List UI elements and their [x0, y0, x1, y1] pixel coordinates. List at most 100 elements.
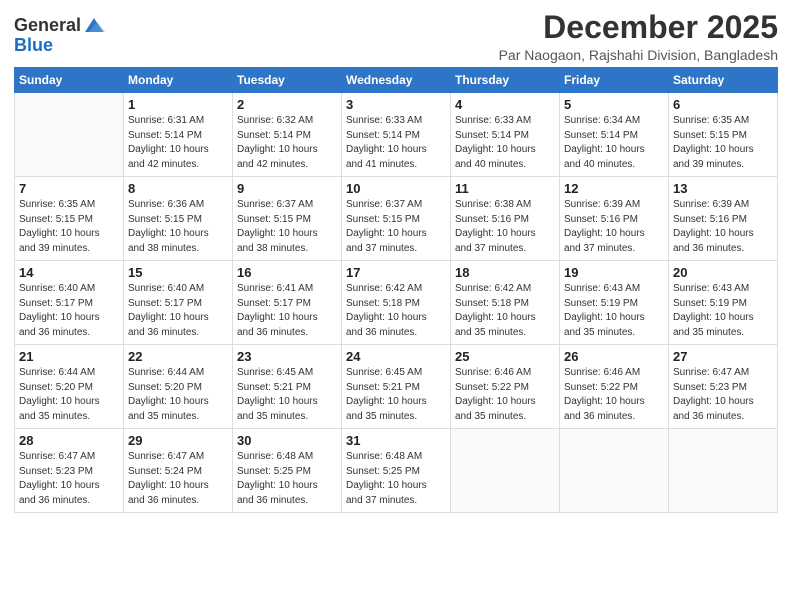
calendar-cell-0-3: 3Sunrise: 6:33 AMSunset: 5:14 PMDaylight… — [342, 93, 451, 177]
daylight-14: Daylight: 10 hours and 36 minutes. — [19, 311, 119, 340]
header: General Blue December 2025 Par Naogaon, … — [14, 10, 778, 63]
day-info-29: Sunrise: 6:47 AMSunset: 5:24 PMDaylight:… — [128, 450, 228, 508]
day-info-12: Sunrise: 6:39 AMSunset: 5:16 PMDaylight:… — [564, 198, 664, 256]
sunset-27: Sunset: 5:23 PM — [673, 381, 773, 396]
daylight-22: Daylight: 10 hours and 35 minutes. — [128, 395, 228, 424]
daylight-9: Daylight: 10 hours and 38 minutes. — [237, 227, 337, 256]
sunrise-21: Sunrise: 6:44 AM — [19, 366, 119, 381]
sunrise-17: Sunrise: 6:42 AM — [346, 282, 446, 297]
day-number-18: 18 — [455, 265, 555, 280]
day-info-24: Sunrise: 6:45 AMSunset: 5:21 PMDaylight:… — [346, 366, 446, 424]
sunrise-20: Sunrise: 6:43 AM — [673, 282, 773, 297]
logo-general: General — [14, 16, 81, 34]
sunrise-26: Sunrise: 6:46 AM — [564, 366, 664, 381]
day-number-8: 8 — [128, 181, 228, 196]
daylight-12: Daylight: 10 hours and 37 minutes. — [564, 227, 664, 256]
daylight-28: Daylight: 10 hours and 36 minutes. — [19, 479, 119, 508]
day-number-6: 6 — [673, 97, 773, 112]
sunset-22: Sunset: 5:20 PM — [128, 381, 228, 396]
day-info-8: Sunrise: 6:36 AMSunset: 5:15 PMDaylight:… — [128, 198, 228, 256]
logo: General Blue — [14, 14, 105, 56]
day-number-11: 11 — [455, 181, 555, 196]
day-number-21: 21 — [19, 349, 119, 364]
sunrise-9: Sunrise: 6:37 AM — [237, 198, 337, 213]
sunset-14: Sunset: 5:17 PM — [19, 297, 119, 312]
sunset-4: Sunset: 5:14 PM — [455, 129, 555, 144]
calendar-cell-1-4: 11Sunrise: 6:38 AMSunset: 5:16 PMDayligh… — [451, 177, 560, 261]
calendar-cell-1-3: 10Sunrise: 6:37 AMSunset: 5:15 PMDayligh… — [342, 177, 451, 261]
sunrise-30: Sunrise: 6:48 AM — [237, 450, 337, 465]
sunset-24: Sunset: 5:21 PM — [346, 381, 446, 396]
sunrise-4: Sunrise: 6:33 AM — [455, 114, 555, 129]
calendar-cell-4-1: 29Sunrise: 6:47 AMSunset: 5:24 PMDayligh… — [124, 429, 233, 513]
day-number-14: 14 — [19, 265, 119, 280]
calendar-cell-1-6: 13 Sunrise: 6:39 AMSunset: 5:16 PMDayligh… — [669, 177, 778, 261]
sunset-25: Sunset: 5:22 PM — [455, 381, 555, 396]
sunrise-14: Sunrise: 6:40 AM — [19, 282, 119, 297]
sunset-31: Sunset: 5:25 PM — [346, 465, 446, 480]
sunrise-6: Sunrise: 6:35 AM — [673, 114, 773, 129]
calendar-cell-1-0: 7Sunrise: 6:35 AMSunset: 5:15 PMDaylight… — [15, 177, 124, 261]
sunrise-5: Sunrise: 6:34 AM — [564, 114, 664, 129]
day-number-13: 13 — [673, 181, 773, 196]
day-info-30: Sunrise: 6:48 AMSunset: 5:25 PMDaylight:… — [237, 450, 337, 508]
daylight-31: Daylight: 10 hours and 37 minutes. — [346, 479, 446, 508]
sunset-12: Sunset: 5:16 PM — [564, 213, 664, 228]
day-info-7: Sunrise: 6:35 AMSunset: 5:15 PMDaylight:… — [19, 198, 119, 256]
day-info-22: Sunrise: 6:44 AMSunset: 5:20 PMDaylight:… — [128, 366, 228, 424]
sunrise-8: Sunrise: 6:36 AM — [128, 198, 228, 213]
day-info-1: Sunrise: 6:31 AMSunset: 5:14 PMDaylight:… — [128, 114, 228, 172]
sunrise-11: Sunrise: 6:38 AM — [455, 198, 555, 213]
daylight-20: Daylight: 10 hours and 35 minutes. — [673, 311, 773, 340]
sunset-13: Sunset: 5:16 PM — [673, 213, 773, 228]
sunrise-16: Sunrise: 6:41 AM — [237, 282, 337, 297]
daylight-24: Daylight: 10 hours and 35 minutes. — [346, 395, 446, 424]
sunset-29: Sunset: 5:24 PM — [128, 465, 228, 480]
day-number-1: 1 — [128, 97, 228, 112]
daylight-11: Daylight: 10 hours and 37 minutes. — [455, 227, 555, 256]
day-info-17: Sunrise: 6:42 AMSunset: 5:18 PMDaylight:… — [346, 282, 446, 340]
day-number-3: 3 — [346, 97, 446, 112]
calendar-cell-2-4: 18 Sunrise: 6:42 AMSunset: 5:18 PMDayligh… — [451, 261, 560, 345]
day-info-5: Sunrise: 6:34 AMSunset: 5:14 PMDaylight:… — [564, 114, 664, 172]
day-info-21: Sunrise: 6:44 AMSunset: 5:20 PMDaylight:… — [19, 366, 119, 424]
sunset-20: Sunset: 5:19 PM — [673, 297, 773, 312]
calendar-cell-2-2: 16Sunrise: 6:41 AMSunset: 5:17 PMDayligh… — [233, 261, 342, 345]
sunset-9: Sunset: 5:15 PM — [237, 213, 337, 228]
calendar-cell-4-0: 28Sunrise: 6:47 AMSunset: 5:23 PMDayligh… — [15, 429, 124, 513]
sunset-15: Sunset: 5:17 PM — [128, 297, 228, 312]
calendar-cell-3-4: 25Sunrise: 6:46 AMSunset: 5:22 PMDayligh… — [451, 345, 560, 429]
day-number-22: 22 — [128, 349, 228, 364]
sunset-21: Sunset: 5:20 PM — [19, 381, 119, 396]
daylight-27: Daylight: 10 hours and 36 minutes. — [673, 395, 773, 424]
calendar-cell-0-2: 2Sunrise: 6:32 AMSunset: 5:14 PMDaylight… — [233, 93, 342, 177]
sunset-28: Sunset: 5:23 PM — [19, 465, 119, 480]
calendar-cell-4-4 — [451, 429, 560, 513]
daylight-21: Daylight: 10 hours and 35 minutes. — [19, 395, 119, 424]
calendar-cell-3-6: 27Sunrise: 6:47 AMSunset: 5:23 PMDayligh… — [669, 345, 778, 429]
sunrise-28: Sunrise: 6:47 AM — [19, 450, 119, 465]
sunrise-10: Sunrise: 6:37 AM — [346, 198, 446, 213]
day-info-9: Sunrise: 6:37 AMSunset: 5:15 PMDaylight:… — [237, 198, 337, 256]
day-number-16: 16 — [237, 265, 337, 280]
day-info-13: Sunrise: 6:39 AMSunset: 5:16 PMDaylight:… — [673, 198, 773, 256]
day-number-23: 23 — [237, 349, 337, 364]
day-info-25: Sunrise: 6:46 AMSunset: 5:22 PMDaylight:… — [455, 366, 555, 424]
day-number-30: 30 — [237, 433, 337, 448]
daylight-5: Daylight: 10 hours and 40 minutes. — [564, 143, 664, 172]
sunset-7: Sunset: 5:15 PM — [19, 213, 119, 228]
calendar-cell-2-3: 17Sunrise: 6:42 AMSunset: 5:18 PMDayligh… — [342, 261, 451, 345]
calendar-cell-3-5: 26Sunrise: 6:46 AMSunset: 5:22 PMDayligh… — [560, 345, 669, 429]
logo-blue: Blue — [14, 35, 53, 55]
day-info-2: Sunrise: 6:32 AMSunset: 5:14 PMDaylight:… — [237, 114, 337, 172]
month-title: December 2025 — [499, 10, 778, 45]
sunrise-2: Sunrise: 6:32 AM — [237, 114, 337, 129]
logo-icon — [83, 14, 105, 36]
sunset-17: Sunset: 5:18 PM — [346, 297, 446, 312]
daylight-19: Daylight: 10 hours and 35 minutes. — [564, 311, 664, 340]
day-info-31: Sunrise: 6:48 AMSunset: 5:25 PMDaylight:… — [346, 450, 446, 508]
day-info-18: Sunrise: 6:42 AMSunset: 5:18 PMDaylight:… — [455, 282, 555, 340]
sunrise-12: Sunrise: 6:39 AM — [564, 198, 664, 213]
week-row-0: 1 Sunrise: 6:31 AMSunset: 5:14 PMDaylight… — [15, 93, 778, 177]
daylight-8: Daylight: 10 hours and 38 minutes. — [128, 227, 228, 256]
